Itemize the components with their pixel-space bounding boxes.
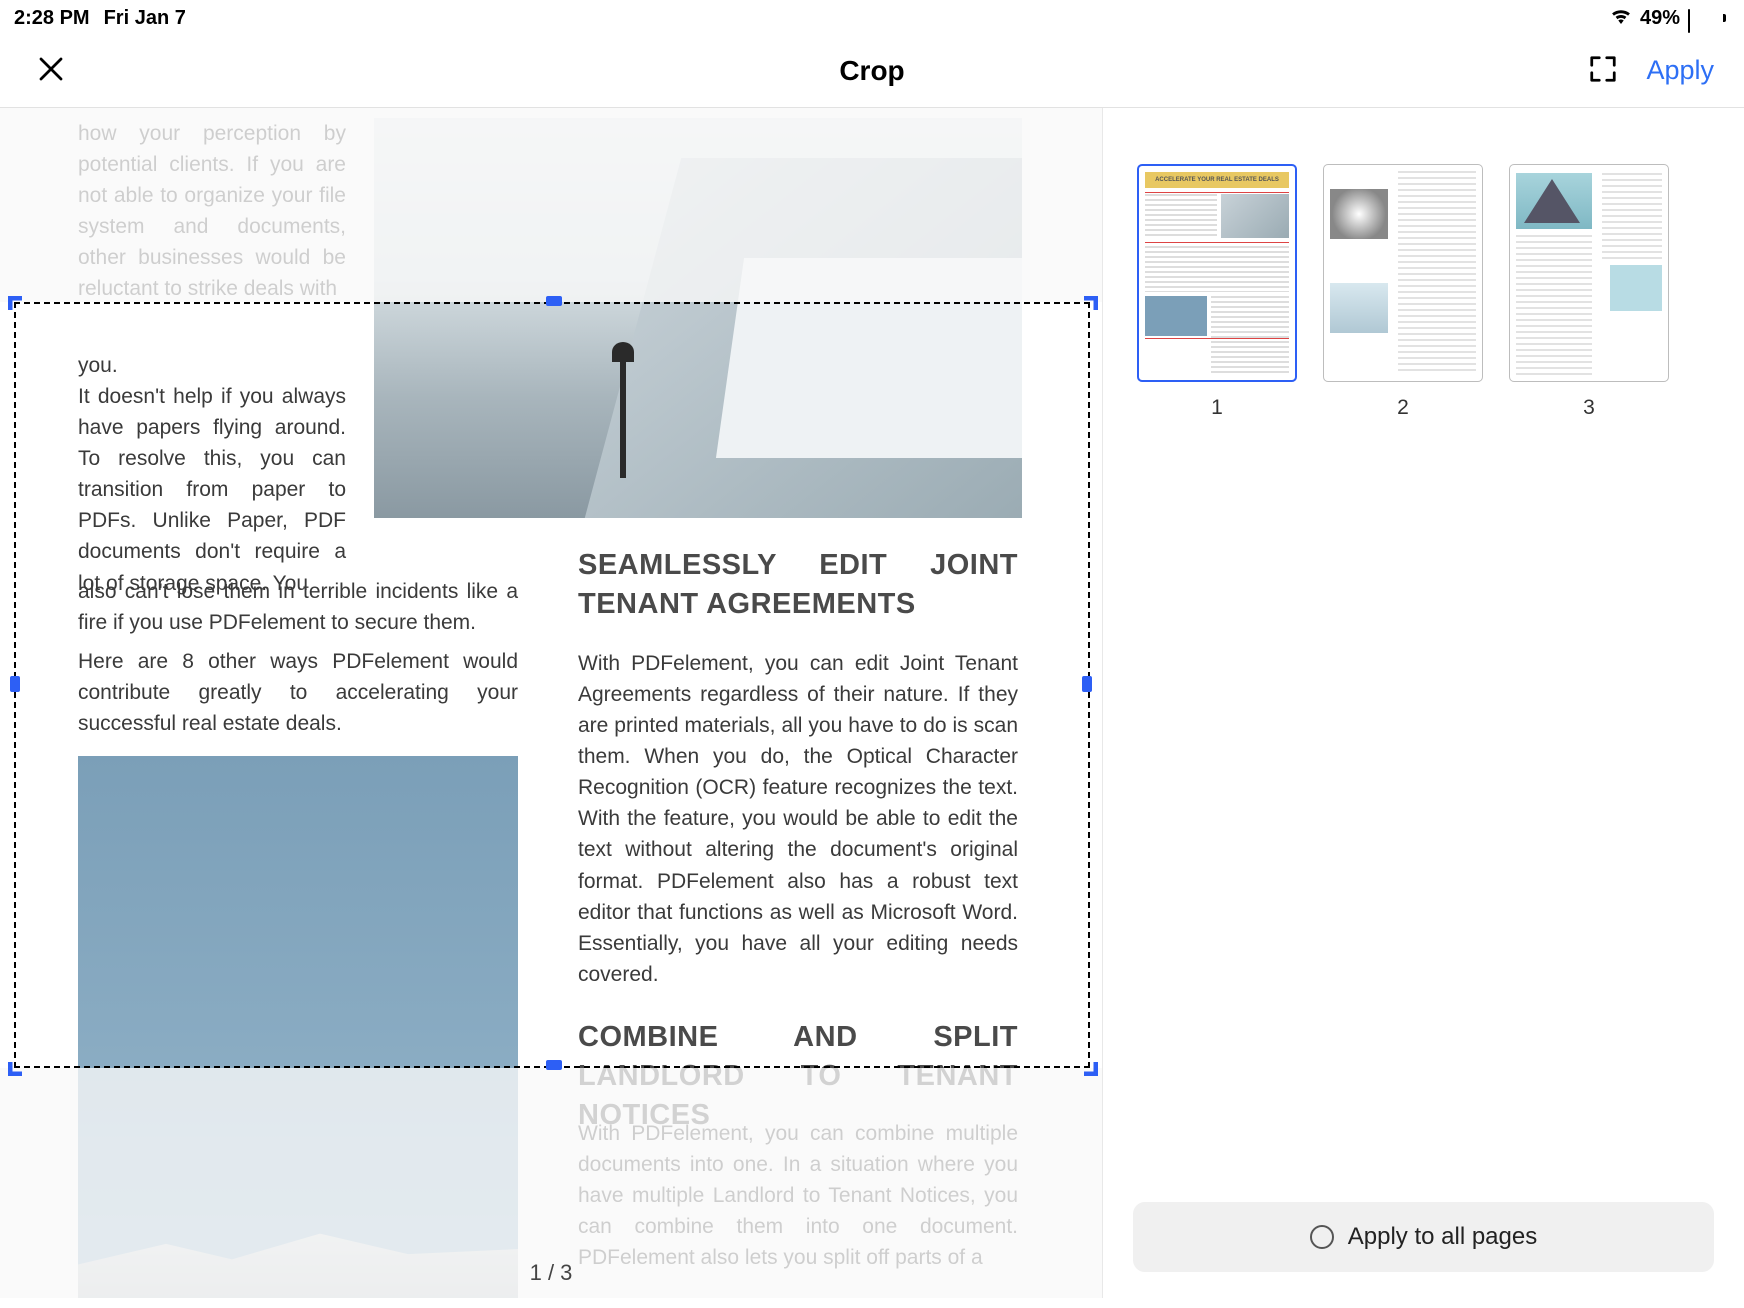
crop-handle-right[interactable] [1082,676,1102,696]
battery-percent: 49% [1640,7,1680,30]
apply-button[interactable]: Apply [1646,55,1714,86]
document-text: you. It doesn't help if you always have … [78,350,346,599]
crop-dim-overlay [0,108,1102,302]
document-text: Here are 8 other ways PDFelement would c… [78,646,518,739]
crop-handle-left[interactable] [10,676,30,696]
thumbnail-label: 2 [1397,396,1409,420]
status-bar: 2:28 PM Fri Jan 7 49% [0,0,1744,36]
apply-to-all-pages-button[interactable]: Apply to all pages [1133,1202,1714,1272]
status-date: Fri Jan 7 [104,7,186,30]
page-indicator: 1 / 3 [530,1260,573,1286]
toolbar: Crop Apply [0,36,1744,108]
thumbnail-page-3[interactable] [1509,164,1669,382]
close-button[interactable] [36,54,66,87]
thumbnail-banner: ACCELERATE YOUR REAL ESTATE DEALS [1145,172,1289,188]
document-text: also can't lose them in terrible inciden… [78,576,518,638]
radio-unchecked-icon [1310,1225,1334,1249]
crop-handle-top-right[interactable] [1078,296,1098,316]
crop-handle-top-left[interactable] [8,296,28,316]
thumbnail-page-1[interactable]: ACCELERATE YOUR REAL ESTATE DEALS [1137,164,1297,382]
crop-handle-bottom[interactable] [546,1060,566,1080]
document-preview[interactable]: how your perception by potential clients… [0,108,1102,1298]
status-time: 2:28 PM [14,7,90,30]
crop-handle-top[interactable] [546,296,566,316]
crop-handle-bottom-left[interactable] [8,1056,28,1076]
page-title: Crop [839,55,904,87]
expand-button[interactable] [1588,54,1618,87]
thumbnails-panel: ACCELERATE YOUR REAL ESTATE DEALS 1 2 [1102,108,1744,1298]
battery-icon [1688,10,1722,26]
thumbnail-page-2[interactable] [1323,164,1483,382]
document-heading: SEAMLESSLY EDIT JOINT TENANT AGREEMENTS [578,546,1018,624]
document-text: With PDFelement, you can edit Joint Tena… [578,648,1018,990]
wifi-icon [1610,7,1632,30]
thumbnail-label: 1 [1211,396,1223,420]
thumbnail-label: 3 [1583,396,1595,420]
crop-handle-bottom-right[interactable] [1078,1056,1098,1076]
apply-all-label: Apply to all pages [1348,1223,1537,1251]
